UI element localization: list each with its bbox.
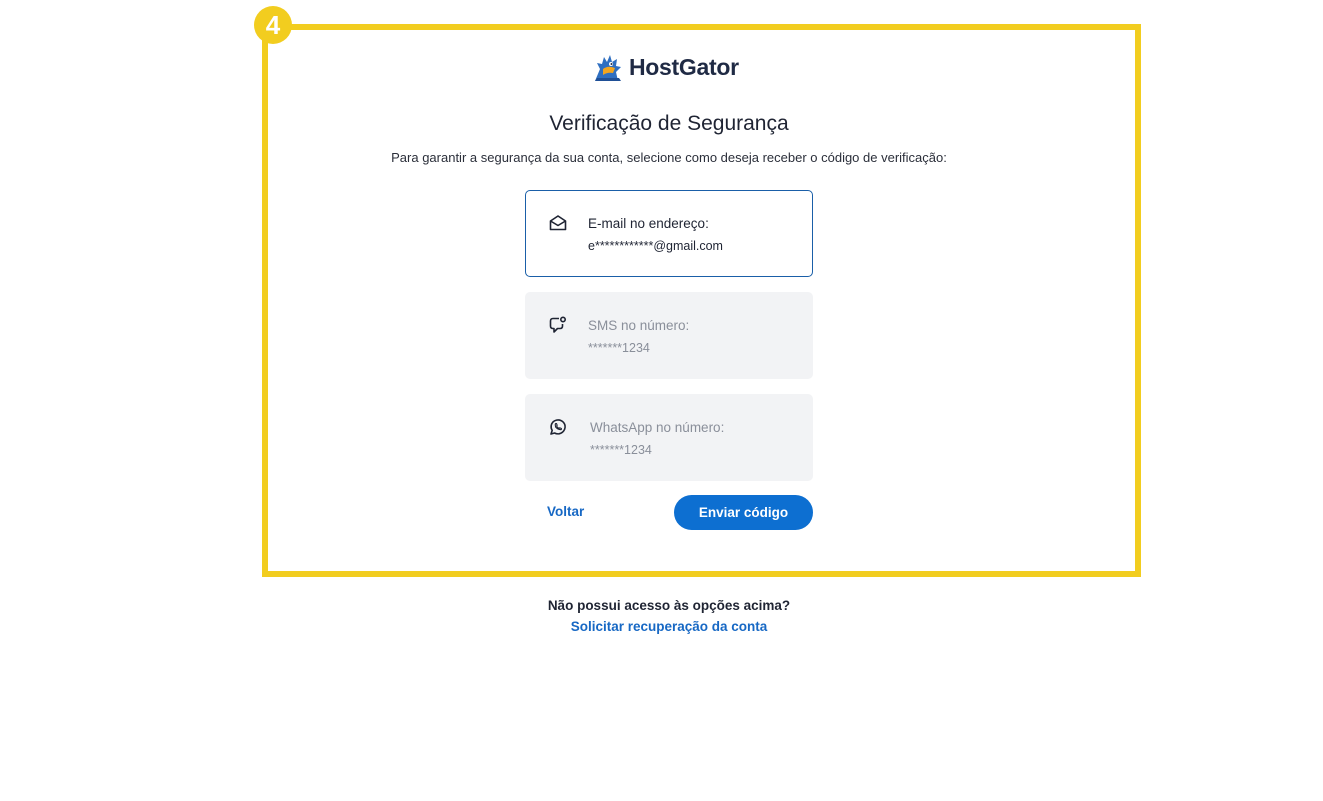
option-whatsapp[interactable]: WhatsApp no número: *******1234 [525, 394, 813, 481]
whatsapp-icon [548, 417, 568, 437]
help-question: Não possui acesso às opções acima? [547, 598, 791, 613]
option-email-text: E-mail no endereço: e************@gmail.… [588, 215, 723, 255]
gator-mascot-icon [591, 51, 625, 83]
envelope-open-icon [548, 213, 568, 233]
option-whatsapp-value: *******1234 [590, 443, 652, 457]
security-verification-page: 4 HostGator Verificação de Segurança Par… [0, 0, 1323, 801]
chat-bubble-dot-icon [548, 315, 568, 335]
option-whatsapp-label: WhatsApp no número: [590, 420, 725, 435]
option-email-value: e************@gmail.com [588, 239, 723, 253]
option-sms-value: *******1234 [588, 341, 650, 355]
send-code-button[interactable]: Enviar código [674, 495, 813, 530]
page-subtitle: Para garantir a segurança da sua conta, … [391, 150, 947, 165]
step-number-badge: 4 [254, 6, 292, 44]
hostgator-logo[interactable]: HostGator [591, 50, 739, 84]
option-email-label: E-mail no endereço: [588, 216, 709, 231]
back-button[interactable]: Voltar [547, 504, 584, 519]
option-sms[interactable]: SMS no número: *******1234 [525, 292, 813, 379]
option-sms-label: SMS no número: [588, 318, 690, 333]
brand-name: HostGator [629, 53, 739, 80]
account-recovery-link[interactable]: Solicitar recuperação da conta [0, 619, 1323, 634]
option-email[interactable]: E-mail no endereço: e************@gmail.… [525, 190, 813, 277]
option-sms-text: SMS no número: *******1234 [588, 317, 689, 357]
option-whatsapp-text: WhatsApp no número: *******1234 [590, 419, 724, 459]
page-title: Verificação de Segurança [549, 112, 789, 135]
